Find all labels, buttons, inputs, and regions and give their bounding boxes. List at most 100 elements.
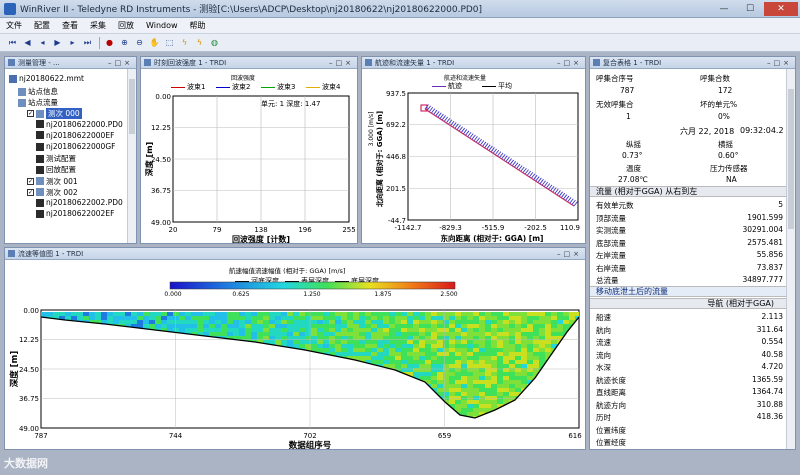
velocity-cell xyxy=(383,352,389,356)
tree-item[interactable]: 测试配置 xyxy=(36,153,76,164)
step-back-icon[interactable]: ◀ xyxy=(21,36,34,49)
velocity-vector xyxy=(460,127,466,133)
menu-file[interactable]: 文件 xyxy=(0,20,28,31)
velocity-cell xyxy=(461,328,467,332)
velocity-cell xyxy=(533,348,539,352)
colorbar-tick: 1.875 xyxy=(374,291,391,298)
velocity-cell xyxy=(377,360,383,364)
menu-view[interactable]: 查看 xyxy=(56,20,84,31)
table-scrollbar[interactable] xyxy=(786,69,795,449)
velocity-cell xyxy=(401,360,407,364)
pane-window-buttons[interactable]: –□× xyxy=(557,250,585,258)
zoom-in-icon[interactable]: ⊕ xyxy=(118,36,131,49)
lightning-icon[interactable]: ϟ xyxy=(193,36,206,49)
menu-acquire[interactable]: 采集 xyxy=(84,20,112,31)
velocity-cell xyxy=(293,312,299,316)
menu-config[interactable]: 配置 xyxy=(28,20,56,31)
tree-item[interactable]: 回放配置 xyxy=(36,164,76,175)
velocity-cell xyxy=(233,328,239,332)
menu-playback[interactable]: 回放 xyxy=(112,20,140,31)
velocity-cell xyxy=(371,356,377,360)
velocity-cell xyxy=(473,360,479,364)
velocity-cell xyxy=(347,332,353,336)
velocity-cell xyxy=(437,316,443,320)
lightning-icon[interactable]: ϟ xyxy=(178,36,191,49)
velocity-cell xyxy=(431,372,437,376)
globe-icon[interactable]: ◍ xyxy=(208,36,221,49)
velocity-cell xyxy=(203,320,209,324)
velocity-cell xyxy=(425,316,431,320)
pane-window-buttons[interactable]: –□× xyxy=(108,59,136,67)
velocity-cell xyxy=(503,392,509,396)
scrollbar-thumb[interactable] xyxy=(788,89,794,229)
tree-item[interactable]: nj20180622000.PD0 xyxy=(36,120,123,129)
velocity-cell xyxy=(491,360,497,364)
tree-item[interactable]: 站点流量 xyxy=(18,97,58,108)
pane-window-buttons[interactable]: –□× xyxy=(329,59,357,67)
velocity-cell xyxy=(395,356,401,360)
disk-icon xyxy=(36,154,44,163)
tree-scrollbar[interactable] xyxy=(127,69,136,243)
menu-window[interactable]: Window xyxy=(140,21,184,30)
velocity-cell xyxy=(389,356,395,360)
row-label: 历时 xyxy=(596,413,611,422)
velocity-cell xyxy=(209,320,215,324)
tree-item[interactable]: nj20180622002.PD0 xyxy=(36,198,123,207)
tree-item[interactable]: ✓ 测次 002 xyxy=(27,187,78,198)
velocity-cell xyxy=(335,332,341,336)
velocity-cell xyxy=(275,328,281,332)
tree-item[interactable]: ✓ 测次 001 xyxy=(27,176,78,187)
toolbar: ⏮ ◀ ◂ ▶ ▸ ⏭ ● ⊕ ⊖ ✋ ⬚ ϟ ϟ ◍ xyxy=(0,34,800,52)
velocity-cell xyxy=(533,316,539,320)
velocity-cell xyxy=(515,312,521,316)
step-forward-icon[interactable]: ▸ xyxy=(66,36,79,49)
velocity-cell xyxy=(455,332,461,336)
y-axis-label: 北向距离 (相对于: GGA) [m] xyxy=(375,111,384,207)
checkbox[interactable]: ✓ xyxy=(27,110,34,118)
select-icon[interactable]: ⬚ xyxy=(163,36,176,49)
checkbox[interactable]: ✓ xyxy=(27,177,34,185)
velocity-cell xyxy=(497,332,503,336)
velocity-cell xyxy=(425,324,431,328)
tree-item[interactable]: nj20180622000EF xyxy=(36,131,114,140)
velocity-cell xyxy=(173,324,179,328)
pane-window-buttons[interactable]: –□× xyxy=(557,59,585,67)
checkbox[interactable]: ✓ xyxy=(27,188,34,196)
tree-item[interactable]: 站点信息 xyxy=(18,86,58,97)
play-icon[interactable]: ▶ xyxy=(51,36,64,49)
velocity-cell xyxy=(137,320,143,324)
velocity-cell xyxy=(383,320,389,324)
velocity-cell xyxy=(191,324,197,328)
velocity-cell xyxy=(155,312,161,316)
record-icon[interactable]: ● xyxy=(103,36,116,49)
velocity-cell xyxy=(491,324,497,328)
maximize-button[interactable]: ☐ xyxy=(738,2,762,16)
pan-icon[interactable]: ✋ xyxy=(148,36,161,49)
velocity-cell xyxy=(509,396,515,400)
velocity-cell xyxy=(455,404,461,408)
skip-start-icon[interactable]: ⏮ xyxy=(6,36,19,49)
close-button[interactable]: ✕ xyxy=(764,1,798,16)
velocity-cell xyxy=(413,356,419,360)
velocity-cell xyxy=(521,380,527,384)
x-tick: 255 xyxy=(342,226,355,234)
tree-item[interactable]: nj20180622000GF xyxy=(36,142,115,151)
velocity-cell xyxy=(83,316,89,320)
velocity-vector xyxy=(435,111,440,117)
tree-item[interactable]: ✓ 测次 000 xyxy=(27,108,82,120)
velocity-cell xyxy=(533,364,539,368)
minimize-button[interactable]: — xyxy=(712,2,736,16)
play-back-icon[interactable]: ◂ xyxy=(36,36,49,49)
echo-intensity-pane: 时刻回波强度 1 - TRDI –□× 波束1 波束2 波束3 波束4 回波强度… xyxy=(140,56,358,244)
velocity-cell xyxy=(437,352,443,356)
tree-root[interactable]: nj20180622.mmt xyxy=(9,74,84,83)
tree-item[interactable]: nj20180622002EF xyxy=(36,209,114,218)
velocity-cell xyxy=(515,376,521,380)
pane-window-buttons[interactable]: –□× xyxy=(767,59,795,67)
skip-end-icon[interactable]: ⏭ xyxy=(81,36,94,49)
velocity-cell xyxy=(467,348,473,352)
menu-help[interactable]: 帮助 xyxy=(184,20,212,31)
velocity-cell xyxy=(443,384,449,388)
zoom-out-icon[interactable]: ⊖ xyxy=(133,36,146,49)
scrollbar-thumb[interactable] xyxy=(129,79,135,134)
